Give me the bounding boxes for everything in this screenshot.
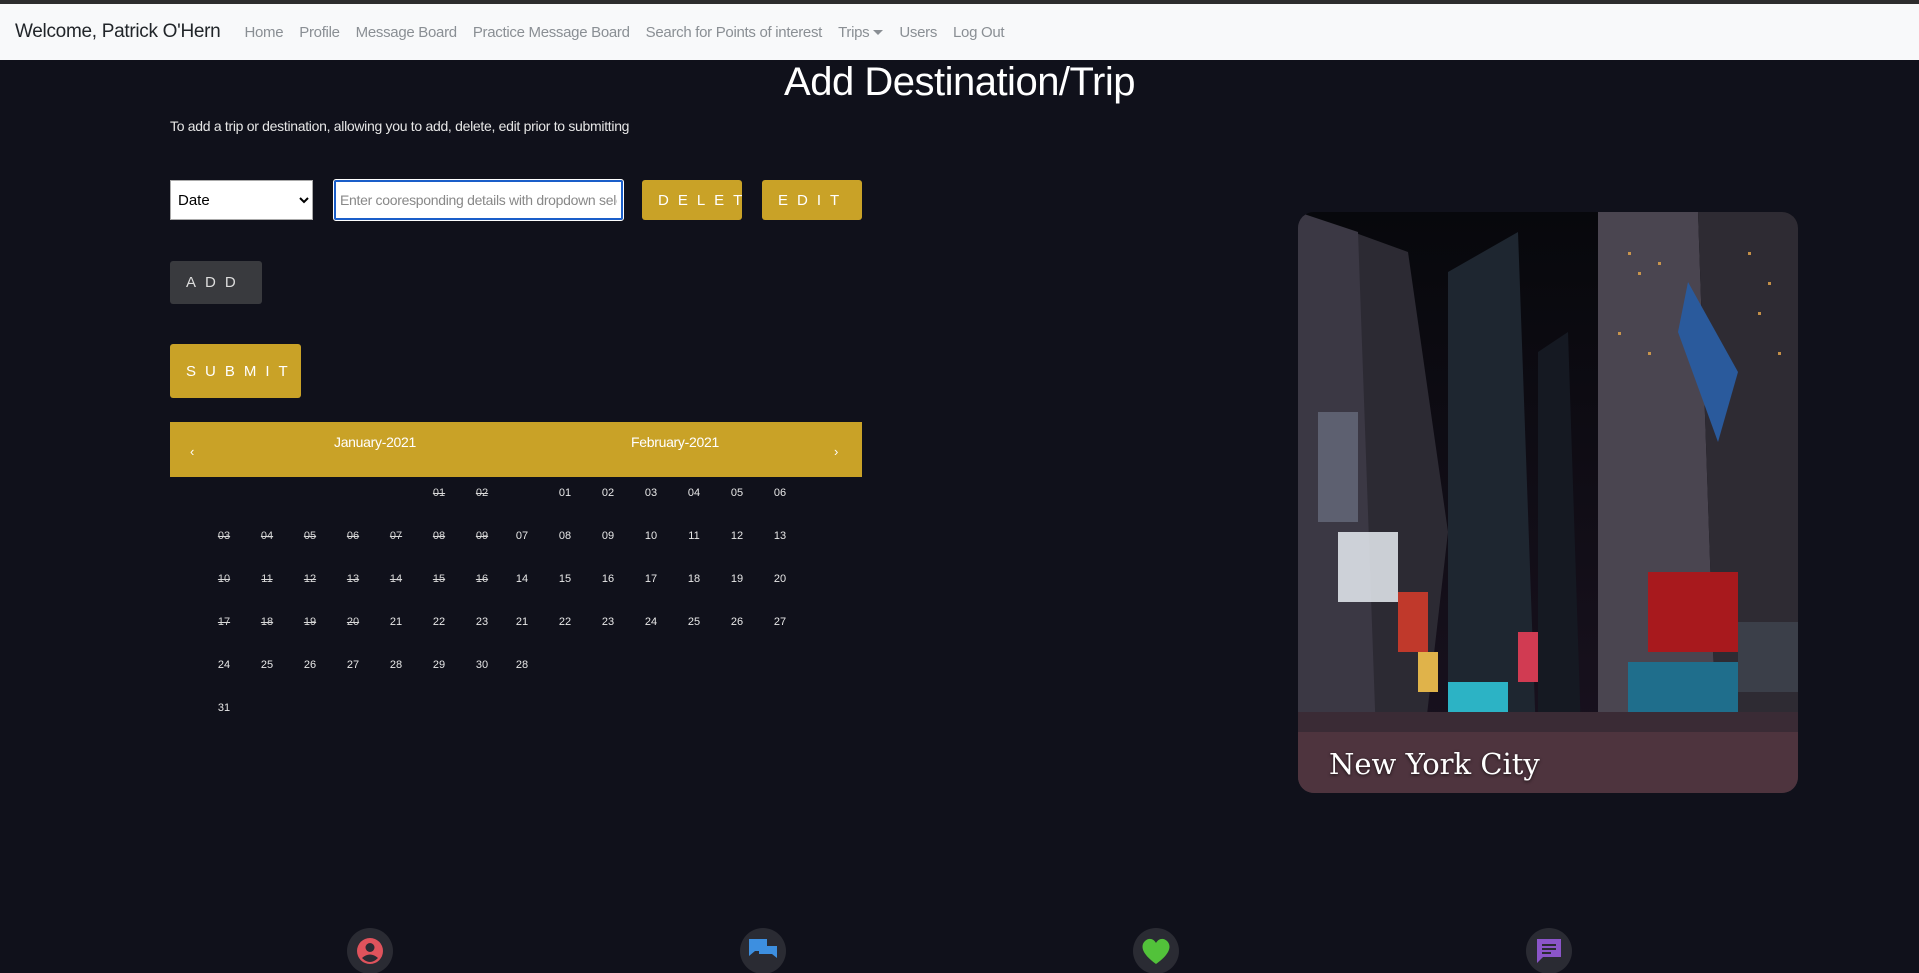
calendar-day[interactable]: 24 bbox=[633, 616, 669, 628]
calendar-day[interactable]: 07 bbox=[378, 530, 414, 542]
calendar-day[interactable]: 10 bbox=[206, 573, 242, 585]
nav-link-practice-message-board[interactable]: Practice Message Board bbox=[473, 24, 630, 41]
profile-icon[interactable] bbox=[347, 928, 393, 973]
calendar-day[interactable]: 26 bbox=[292, 659, 328, 671]
submit-button[interactable]: SUBMIT bbox=[170, 344, 301, 398]
calendar-day[interactable]: 26 bbox=[719, 616, 755, 628]
calendar-day[interactable]: 04 bbox=[676, 487, 712, 499]
calendar-day[interactable]: 20 bbox=[762, 573, 798, 585]
calendar-day[interactable]: 01 bbox=[547, 487, 583, 499]
trips-label: Trips bbox=[838, 23, 870, 41]
calendar-day[interactable]: 10 bbox=[633, 530, 669, 542]
chat-icon[interactable] bbox=[740, 928, 786, 973]
calendar-day[interactable]: 23 bbox=[590, 616, 626, 628]
calendar-day[interactable]: 04 bbox=[249, 530, 285, 542]
calendar-day[interactable]: 07 bbox=[504, 530, 540, 542]
calendar-day[interactable]: 03 bbox=[633, 487, 669, 499]
intro-text: To add a trip or destination, allowing y… bbox=[170, 118, 630, 134]
calendar-day[interactable]: 05 bbox=[292, 530, 328, 542]
calendar-day[interactable]: 13 bbox=[335, 573, 371, 585]
month-label-january: January-2021 bbox=[334, 434, 417, 450]
date-range-calendar: ‹ January-2021 February-2021 › 01 02 03 04 0… bbox=[170, 422, 862, 714]
calendar-day[interactable]: 18 bbox=[249, 616, 285, 628]
calendar-day[interactable]: 22 bbox=[421, 616, 457, 628]
calendar-day[interactable]: 27 bbox=[762, 616, 798, 628]
delete-button[interactable]: DELETE bbox=[642, 180, 742, 220]
calendar-day[interactable]: 15 bbox=[547, 573, 583, 585]
calendar-day[interactable]: 02 bbox=[464, 487, 500, 499]
chevron-left-icon[interactable]: ‹ bbox=[190, 444, 194, 459]
calendar-day[interactable]: 15 bbox=[421, 573, 457, 585]
calendar-day[interactable]: 02 bbox=[590, 487, 626, 499]
caret-down-icon bbox=[873, 29, 884, 35]
nav-link-message-board[interactable]: Message Board bbox=[356, 24, 457, 41]
destination-photo: New York City bbox=[1298, 212, 1798, 793]
calendar-day[interactable]: 08 bbox=[421, 530, 457, 542]
calendar-day[interactable]: 13 bbox=[762, 530, 798, 542]
calendar-header: ‹ January-2021 February-2021 › bbox=[170, 422, 862, 477]
calendar-day[interactable]: 25 bbox=[676, 616, 712, 628]
calendar-day[interactable]: 05 bbox=[719, 487, 755, 499]
calendar-day[interactable]: 16 bbox=[590, 573, 626, 585]
calendar-day[interactable]: 21 bbox=[504, 616, 540, 628]
calendar-day[interactable]: 17 bbox=[206, 616, 242, 628]
calendar-day[interactable]: 12 bbox=[292, 573, 328, 585]
heart-icon[interactable] bbox=[1133, 928, 1179, 973]
calendar-day[interactable]: 17 bbox=[633, 573, 669, 585]
details-input[interactable] bbox=[333, 179, 624, 221]
detail-type-dropdown[interactable]: Date bbox=[170, 180, 313, 220]
nav-link-search-poi[interactable]: Search for Points of interest bbox=[646, 24, 823, 41]
calendar-day[interactable]: 31 bbox=[206, 702, 242, 714]
calendar-day[interactable]: 28 bbox=[504, 659, 540, 671]
calendar-day[interactable]: 12 bbox=[719, 530, 755, 542]
calendar-day[interactable]: 18 bbox=[676, 573, 712, 585]
calendar-day[interactable]: 23 bbox=[464, 616, 500, 628]
calendar-day[interactable]: 11 bbox=[249, 573, 285, 585]
calendar-day[interactable]: 19 bbox=[719, 573, 755, 585]
calendar-day[interactable]: 28 bbox=[378, 659, 414, 671]
calendar-day[interactable]: 08 bbox=[547, 530, 583, 542]
calendar-day[interactable]: 29 bbox=[421, 659, 457, 671]
welcome-brand[interactable]: Welcome, Patrick O'Hern bbox=[15, 21, 221, 43]
calendar-day[interactable]: 27 bbox=[335, 659, 371, 671]
month-label-february: February-2021 bbox=[631, 434, 719, 450]
nav-dropdown-trips[interactable]: Trips bbox=[838, 23, 884, 41]
calendar-day[interactable]: 09 bbox=[590, 530, 626, 542]
add-button[interactable]: ADD bbox=[170, 261, 262, 304]
calendar-day[interactable]: 06 bbox=[335, 530, 371, 542]
calendar-day[interactable]: 14 bbox=[378, 573, 414, 585]
calendar-day[interactable]: 09 bbox=[464, 530, 500, 542]
calendar-day[interactable]: 24 bbox=[206, 659, 242, 671]
calendar-day[interactable]: 30 bbox=[464, 659, 500, 671]
calendar-day[interactable]: 21 bbox=[378, 616, 414, 628]
page-title: Add Destination/Trip bbox=[784, 60, 1135, 104]
calendar-day[interactable]: 11 bbox=[676, 530, 712, 542]
calendar-day[interactable]: 06 bbox=[762, 487, 798, 499]
navbar: Welcome, Patrick O'Hern Home Profile Mes… bbox=[0, 4, 1919, 60]
calendar-day[interactable]: 25 bbox=[249, 659, 285, 671]
calendar-day[interactable]: 16 bbox=[464, 573, 500, 585]
city-skyline-image bbox=[1298, 212, 1798, 793]
nav-link-profile[interactable]: Profile bbox=[299, 24, 340, 41]
calendar-day[interactable]: 14 bbox=[504, 573, 540, 585]
calendar-day[interactable]: 19 bbox=[292, 616, 328, 628]
calendar-day[interactable]: 01 bbox=[421, 487, 457, 499]
calendar-day[interactable]: 03 bbox=[206, 530, 242, 542]
photo-caption: New York City bbox=[1329, 747, 1540, 781]
message-icon[interactable] bbox=[1526, 928, 1572, 973]
nav-link-home[interactable]: Home bbox=[244, 24, 283, 41]
calendar-day[interactable]: 20 bbox=[335, 616, 371, 628]
edit-button[interactable]: EDIT bbox=[762, 180, 862, 220]
chevron-right-icon[interactable]: › bbox=[834, 444, 838, 459]
calendar-day[interactable]: 22 bbox=[547, 616, 583, 628]
nav-link-log-out[interactable]: Log Out bbox=[953, 24, 1005, 41]
nav-link-users[interactable]: Users bbox=[899, 24, 937, 41]
